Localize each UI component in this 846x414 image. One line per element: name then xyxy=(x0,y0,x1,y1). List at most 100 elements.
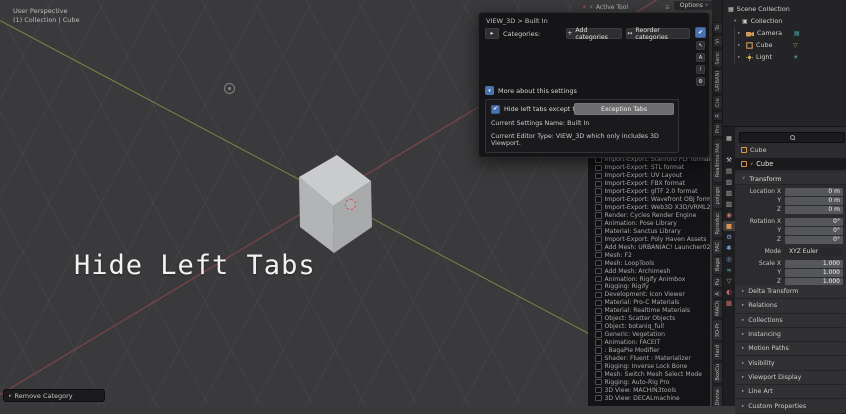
section-viewport-display[interactable]: ▸Viewport Display xyxy=(735,371,846,385)
addon-list-item[interactable]: Animation: FACEIT xyxy=(588,339,710,347)
addon-list-item[interactable]: : BagaPie Modifier xyxy=(588,347,710,355)
properties-tab-object-data[interactable]: ▽ xyxy=(723,276,735,286)
addon-list-item[interactable]: Import-Export: FBX format xyxy=(588,180,710,188)
addon-checkbox[interactable] xyxy=(595,347,602,354)
addon-checkbox[interactable] xyxy=(595,228,602,235)
remove-category-button[interactable]: ▸ Remove Category xyxy=(3,389,105,402)
addon-checkbox[interactable] xyxy=(595,379,602,386)
section-line-art[interactable]: ▸Line Art xyxy=(735,385,846,399)
addon-list-item[interactable]: Import-Export: UV Layout xyxy=(588,172,710,180)
field-value[interactable]: 0° xyxy=(785,218,843,226)
addon-list-item[interactable]: Material: Realtime Materials xyxy=(588,307,710,315)
field-value[interactable]: 0 m xyxy=(785,188,843,196)
addon-checkbox[interactable] xyxy=(595,323,602,330)
addon-checkbox[interactable] xyxy=(595,292,602,299)
sidebar-tab-cre[interactable]: Cre xyxy=(712,95,722,111)
hide-left-tabs-preferences-panel[interactable]: VIEW_3D > Built In ▸ Categories: + Add c… xyxy=(478,12,710,158)
mode-dropdown[interactable]: XYZ Euler xyxy=(785,248,843,256)
sidebar-tab-mach[interactable]: MACh xyxy=(712,299,722,318)
addon-checkbox[interactable] xyxy=(595,315,602,322)
section-delta-transform[interactable]: ▸Delta Transform xyxy=(735,285,846,299)
field-value[interactable]: 0 m xyxy=(785,206,843,214)
addon-checkbox[interactable] xyxy=(595,308,602,315)
sidebar-tab-realtime-mat[interactable]: Realtime Mat xyxy=(712,138,722,182)
addon-checkbox[interactable] xyxy=(595,236,602,243)
addon-checkbox[interactable] xyxy=(595,371,602,378)
outliner-editor[interactable]: ▦ Scene Collection ▾ ▣ Collection ▸Camer… xyxy=(723,0,846,127)
section-visibility[interactable]: ▸Visibility xyxy=(735,356,846,370)
outliner-scene-collection-row[interactable]: ▦ Scene Collection xyxy=(723,3,846,15)
properties-tab-render[interactable]: ▤ xyxy=(723,166,735,176)
close-icon[interactable]: ✕ xyxy=(582,5,587,11)
addon-checkbox[interactable] xyxy=(595,188,602,195)
outliner-object-row-cube[interactable]: ▸Cube▽ xyxy=(735,39,846,51)
sidebar-tab-r[interactable]: R xyxy=(712,111,722,120)
section-collections[interactable]: ▸Collections xyxy=(735,314,846,328)
addon-checkbox[interactable] xyxy=(595,252,602,259)
3d-cursor[interactable] xyxy=(345,199,356,210)
menu-icon[interactable]: ☰ xyxy=(665,5,669,11)
properties-tab-tool[interactable]: ⚒ xyxy=(723,155,735,165)
addon-list-item[interactable]: Rigging: Rigify xyxy=(588,283,710,291)
sidebar-tab-a[interactable]: A xyxy=(712,289,722,298)
addon-list-item[interactable]: Add Mesh: Archimesh xyxy=(588,267,710,275)
addon-list-item[interactable]: 3D View: DECALmachine xyxy=(588,394,710,402)
sidebar-tab-vi[interactable]: Vi xyxy=(712,35,722,47)
add-categories-button[interactable]: + Add categories xyxy=(566,28,622,39)
properties-tab-texture[interactable]: ▩ xyxy=(723,298,735,308)
properties-tab-output[interactable]: ▥ xyxy=(723,177,735,187)
hide-left-tabs-checkbox[interactable]: ✔ xyxy=(491,105,500,114)
sidebar-tab-urbani[interactable]: URBANI xyxy=(712,69,722,94)
addon-list-item[interactable]: Generic: Vegetation xyxy=(588,331,710,339)
addon-checkbox[interactable] xyxy=(595,220,602,227)
properties-tab-world[interactable]: ◉ xyxy=(723,210,735,220)
enabled-checkbox[interactable]: ✔ xyxy=(695,27,706,38)
expand-toggle-button[interactable]: ▾ xyxy=(485,86,494,95)
addon-checkbox[interactable] xyxy=(595,276,602,283)
sidebar-tabstrip[interactable]: ToViSancURBANICreRProRealtime MatpolygoR… xyxy=(712,22,722,406)
properties-tab-material[interactable]: ◐ xyxy=(723,287,735,297)
addon-checkbox[interactable] xyxy=(595,244,602,251)
addon-checkbox[interactable] xyxy=(595,331,602,338)
section-relations[interactable]: ▸Relations xyxy=(735,299,846,313)
addon-list-item[interactable]: Material: Sanctus Library xyxy=(588,227,710,235)
addon-checkbox[interactable] xyxy=(595,260,602,267)
addon-checkbox[interactable] xyxy=(595,284,602,291)
properties-tab-editor-type[interactable]: ▦ xyxy=(723,134,735,144)
object-name-header[interactable]: ∨ Cube xyxy=(735,158,846,170)
addon-checkbox[interactable] xyxy=(595,395,602,402)
addon-checkbox[interactable] xyxy=(595,363,602,370)
addon-list-item[interactable]: Import-Export: glTF 2.0 format xyxy=(588,188,710,196)
addon-list-item[interactable]: Material: Pro-C Materials xyxy=(588,299,710,307)
disclosure-right-icon[interactable]: ▸ xyxy=(738,55,743,60)
settings-button[interactable]: ⚙ xyxy=(696,77,705,86)
section-instancing[interactable]: ▸Instancing xyxy=(735,328,846,342)
addon-exception-list[interactable]: Import-Export: Stanford PLY formatImport… xyxy=(588,158,710,406)
sidebar-tab-to[interactable]: To xyxy=(712,22,722,34)
disclosure-right-icon[interactable]: ▸ xyxy=(738,31,743,36)
addon-list-item[interactable]: Add Mesh: URBANIAC! Launcher02 xyxy=(588,243,710,251)
field-value[interactable]: 0 m xyxy=(785,197,843,205)
addon-list-item[interactable]: Mesh: LoopTools xyxy=(588,259,710,267)
info-button[interactable]: ! xyxy=(696,65,705,74)
section-motion-paths[interactable]: ▸Motion Paths xyxy=(735,342,846,356)
sidebar-tab-fac[interactable]: FAC xyxy=(712,239,722,255)
addon-checkbox[interactable] xyxy=(595,339,602,346)
addon-list-item[interactable]: Mesh: Switch Mesh Select Mode xyxy=(588,370,710,378)
section-custom-properties[interactable]: ▸Custom Properties xyxy=(735,399,846,413)
sidebar-tab-rproduc[interactable]: Rproduc xyxy=(712,210,722,238)
outliner-object-row-camera[interactable]: ▸Camera▤ xyxy=(735,27,846,39)
addon-list-item[interactable]: Import-Export: Web3D X3D/VRML2 format xyxy=(588,204,710,212)
addon-list-item[interactable]: Rigging: Inverse Lock Bone xyxy=(588,362,710,370)
light-gizmo[interactable] xyxy=(224,83,235,94)
addon-list-item[interactable]: Object: Scatter Objects xyxy=(588,315,710,323)
sidebar-tab-pro[interactable]: Pro xyxy=(712,122,722,138)
outliner-collection-row[interactable]: ▾ ▣ Collection xyxy=(723,15,846,27)
sidebar-tab-divine[interactable]: Divine xyxy=(712,385,722,406)
addon-checkbox[interactable] xyxy=(595,300,602,307)
addon-list-item[interactable]: Import-Export: STL format xyxy=(588,164,710,172)
sidebar-tab-polygo[interactable]: polygo xyxy=(712,184,722,209)
addon-list-item[interactable]: Import-Export: Wavefront OBJ format (leg… xyxy=(588,196,710,204)
addon-checkbox[interactable] xyxy=(595,196,602,203)
addon-list-item[interactable]: 3D View: MACHIN3tools xyxy=(588,386,710,394)
